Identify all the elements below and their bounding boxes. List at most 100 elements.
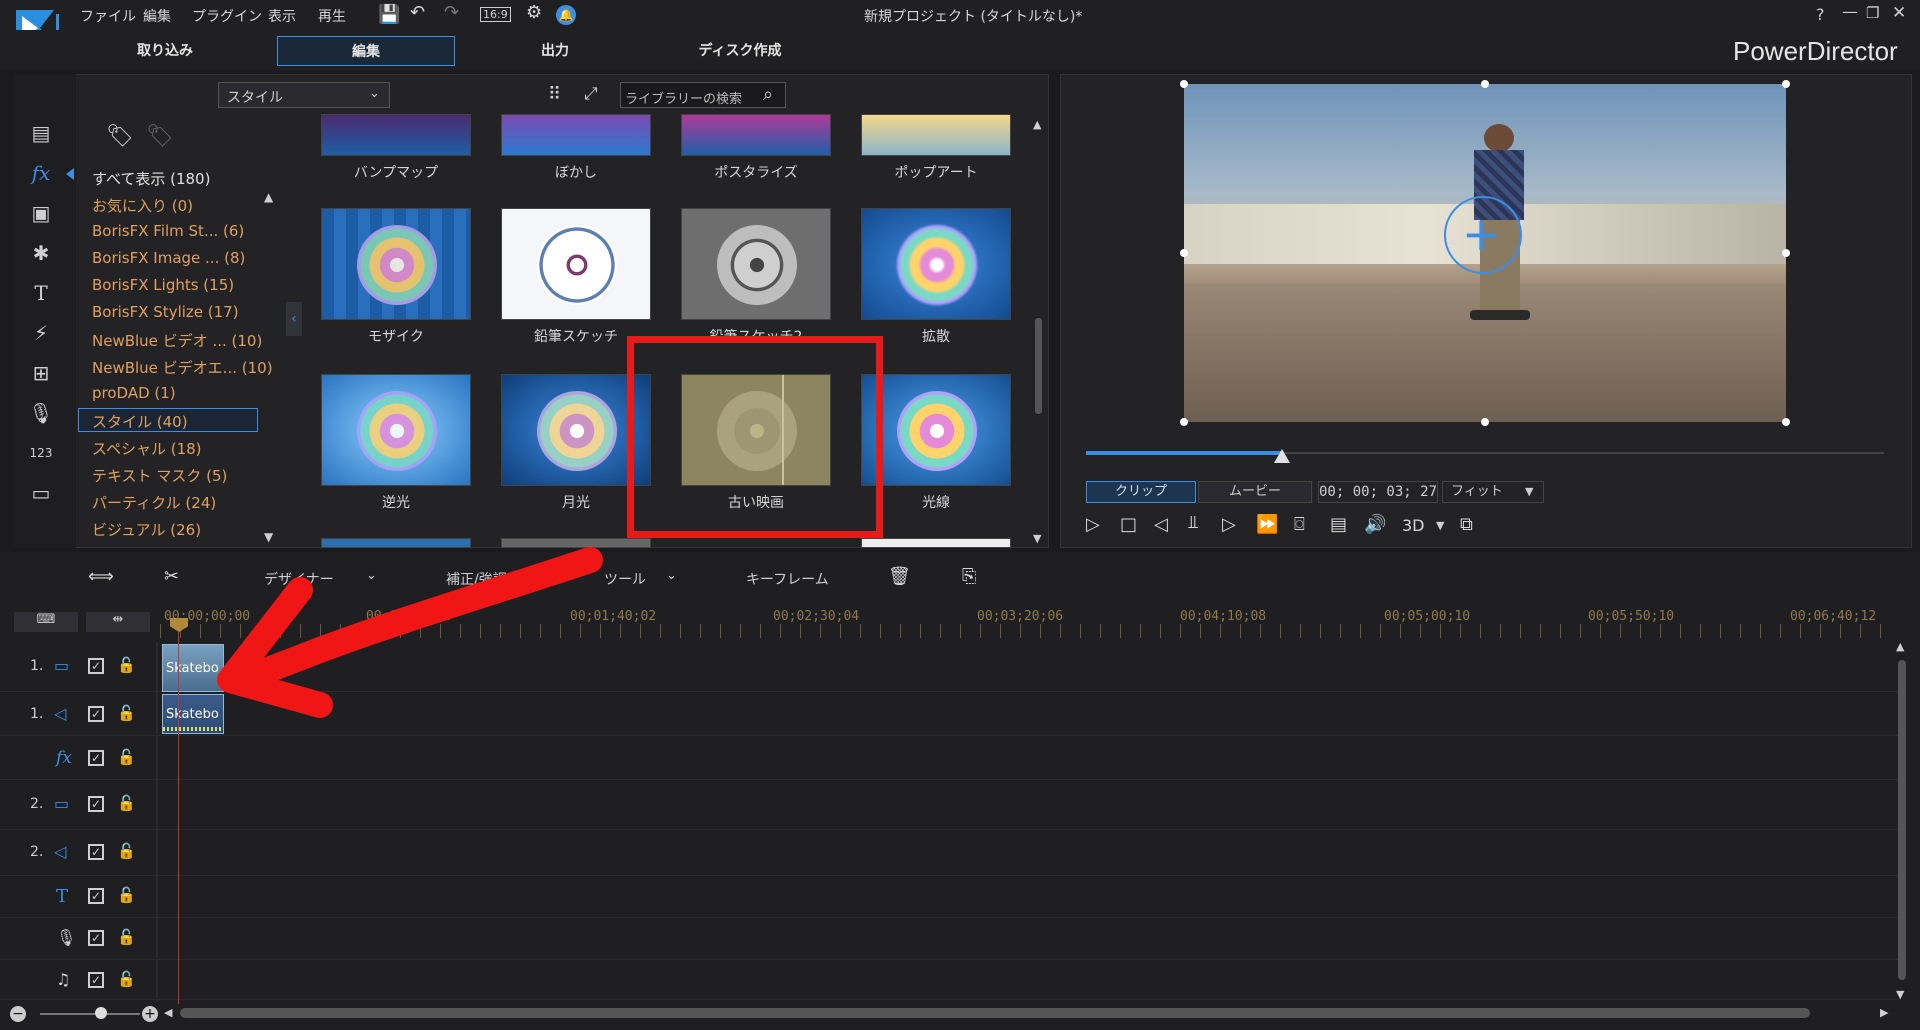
effect-tile[interactable]	[861, 538, 1011, 548]
timeline-scroll-down-icon[interactable]: ▼	[1896, 988, 1904, 1001]
split-scissors-icon[interactable]: ✂	[164, 566, 179, 587]
category-item[interactable]: BorisFX Image ... (8)	[92, 249, 245, 267]
pip-room-icon[interactable]: ▣	[26, 200, 56, 226]
menu-file[interactable]: ファイル	[80, 6, 136, 26]
movie-mode-button[interactable]: ムービー	[1198, 481, 1312, 503]
produce-range-icon[interactable]: ⎘	[962, 566, 976, 587]
undo-icon[interactable]: ↶	[410, 2, 425, 23]
effect-tile-diffuse[interactable]	[861, 208, 1011, 320]
collapse-panel-chevron-icon[interactable]: ‹	[286, 302, 302, 336]
tab-capture[interactable]: 取り込み	[110, 36, 220, 66]
resize-handle[interactable]	[1180, 80, 1188, 88]
tab-produce[interactable]: 出力	[500, 36, 610, 66]
preview-video-frame[interactable]: +	[1184, 84, 1786, 422]
settings-gear-icon[interactable]: ⚙	[526, 2, 542, 23]
media-room-icon[interactable]: ▤	[26, 120, 56, 146]
scroll-left-icon[interactable]: ◀	[164, 1006, 172, 1019]
track-lock-icon[interactable]: 🔓	[117, 704, 136, 722]
next-frame-icon[interactable]: ▷	[1222, 514, 1236, 535]
track-enable-checkbox[interactable]: ✓	[88, 750, 104, 766]
timeline-scroll-up-icon[interactable]: ▲	[1896, 640, 1904, 653]
scroll-right-icon[interactable]: ▶	[1880, 1006, 1888, 1019]
effect-tile[interactable]	[321, 114, 471, 156]
timeline-vertical-scrollbar[interactable]	[1898, 660, 1906, 980]
subtitles-icon[interactable]: ▤	[1330, 514, 1347, 535]
resize-handle[interactable]	[1481, 418, 1489, 426]
library-scroll-up-icon[interactable]: ▲	[1033, 118, 1041, 131]
track-lock-icon[interactable]: 🔓	[117, 886, 136, 904]
zoom-fit-dropdown[interactable]: フィット ▼	[1442, 481, 1544, 503]
subtitle-room-icon[interactable]: ▭	[26, 480, 56, 506]
title-room-icon[interactable]: T	[26, 280, 56, 306]
category-scroll-up-icon[interactable]: ▲	[264, 190, 273, 204]
category-item[interactable]: proDAD (1)	[92, 384, 176, 402]
category-item[interactable]: ビジュアル (26)	[92, 519, 201, 540]
track-lock-icon[interactable]: 🔓	[117, 656, 136, 674]
category-item[interactable]: すべて表示 (180)	[92, 168, 210, 189]
track-enable-checkbox[interactable]: ✓	[88, 972, 104, 988]
transition-room-icon[interactable]: ⚡	[26, 320, 56, 346]
effect-tile[interactable]	[681, 114, 831, 156]
add-tag-icon[interactable]: 🏷	[106, 124, 134, 149]
track-enable-checkbox[interactable]: ✓	[88, 888, 104, 904]
notification-bell-icon[interactable]: 🔔	[556, 5, 576, 25]
audio-mix-room-icon[interactable]: ⊞	[26, 360, 56, 386]
preview-scrubber-handle[interactable]	[1274, 449, 1290, 463]
zoom-in-icon[interactable]: +	[142, 1006, 158, 1022]
stop-icon[interactable]: □	[1120, 514, 1137, 535]
effect-tile-mosaic[interactable]	[321, 208, 471, 320]
track-enable-checkbox[interactable]: ✓	[88, 658, 104, 674]
timecode-display[interactable]: 00; 00; 03; 27	[1318, 481, 1438, 503]
fast-forward-icon[interactable]: ⏩	[1256, 514, 1278, 535]
fit-timeline-icon[interactable]: ⟺	[88, 566, 114, 587]
resize-handle[interactable]	[1782, 418, 1790, 426]
aspect-ratio-button[interactable]: 16:9	[480, 7, 511, 22]
category-item[interactable]: BorisFX Lights (15)	[92, 276, 234, 294]
keyframe-button[interactable]: キーフレーム	[746, 569, 829, 589]
previous-frame-icon[interactable]: ◁	[1154, 514, 1168, 535]
track-lock-icon[interactable]: 🔓	[117, 794, 136, 812]
snapshot-camera-icon[interactable]: ⌼	[1294, 514, 1305, 535]
category-dropdown[interactable]: スタイル ⌄	[218, 82, 390, 108]
redo-icon[interactable]: ↷	[444, 2, 459, 23]
tools-menu[interactable]: ツール	[604, 569, 646, 589]
effect-tile-pencil-sketch[interactable]	[501, 208, 651, 320]
grid-view-icon[interactable]: ⠿	[548, 84, 561, 105]
timeline-fit-icon[interactable]: ⇹	[86, 612, 150, 632]
tab-edit[interactable]: 編集	[277, 36, 455, 66]
minimize-icon[interactable]: —	[1842, 2, 1858, 21]
close-icon[interactable]: ✕	[1892, 3, 1906, 23]
chapter-room-icon[interactable]: 123	[26, 440, 56, 466]
category-item[interactable]: BorisFX Film St... (6)	[92, 222, 244, 240]
category-item[interactable]: NewBlue ビデオ ... (10)	[92, 330, 262, 351]
resize-handle[interactable]	[1180, 418, 1188, 426]
effect-tile-pencil-sketch2[interactable]	[681, 208, 831, 320]
voice-over-icon[interactable]: 🎙	[26, 400, 56, 426]
menu-edit[interactable]: 編集	[143, 6, 171, 26]
category-item[interactable]: スペシャル (18)	[92, 438, 202, 459]
track-enable-checkbox[interactable]: ✓	[88, 706, 104, 722]
expand-library-icon[interactable]: ⤢	[584, 84, 598, 104]
zoom-slider-track[interactable]	[40, 1013, 140, 1015]
track-lock-icon[interactable]: 🔓	[117, 842, 136, 860]
save-icon[interactable]: 💾	[378, 4, 400, 25]
category-item[interactable]: NewBlue ビデオエ... (10)	[92, 357, 273, 378]
effect-tile-light-ray[interactable]	[861, 374, 1011, 486]
zoom-out-icon[interactable]: −	[10, 1006, 26, 1022]
track-enable-checkbox[interactable]: ✓	[88, 844, 104, 860]
category-item[interactable]: お気に入り (0)	[92, 195, 193, 216]
effect-tile-backlight[interactable]	[321, 374, 471, 486]
effect-tile[interactable]	[861, 114, 1011, 156]
timeline-horizontal-scrollbar[interactable]	[180, 1008, 1810, 1018]
resize-handle[interactable]	[1782, 80, 1790, 88]
track-enable-checkbox[interactable]: ✓	[88, 796, 104, 812]
3d-dropdown-triangle-icon[interactable]: ▼	[1436, 519, 1444, 532]
track-enable-checkbox[interactable]: ✓	[88, 930, 104, 946]
category-item[interactable]: テキスト マスク (5)	[92, 465, 227, 486]
category-item[interactable]: BorisFX Stylize (17)	[92, 303, 239, 321]
library-scrollbar-thumb[interactable]	[1035, 318, 1042, 414]
library-search-input[interactable]: ライブラリーの検索 ⌕	[620, 82, 786, 108]
chevron-down-icon[interactable]: ⌄	[666, 568, 677, 583]
effect-tile[interactable]	[501, 114, 651, 156]
track-lock-icon[interactable]: 🔓	[117, 928, 136, 946]
